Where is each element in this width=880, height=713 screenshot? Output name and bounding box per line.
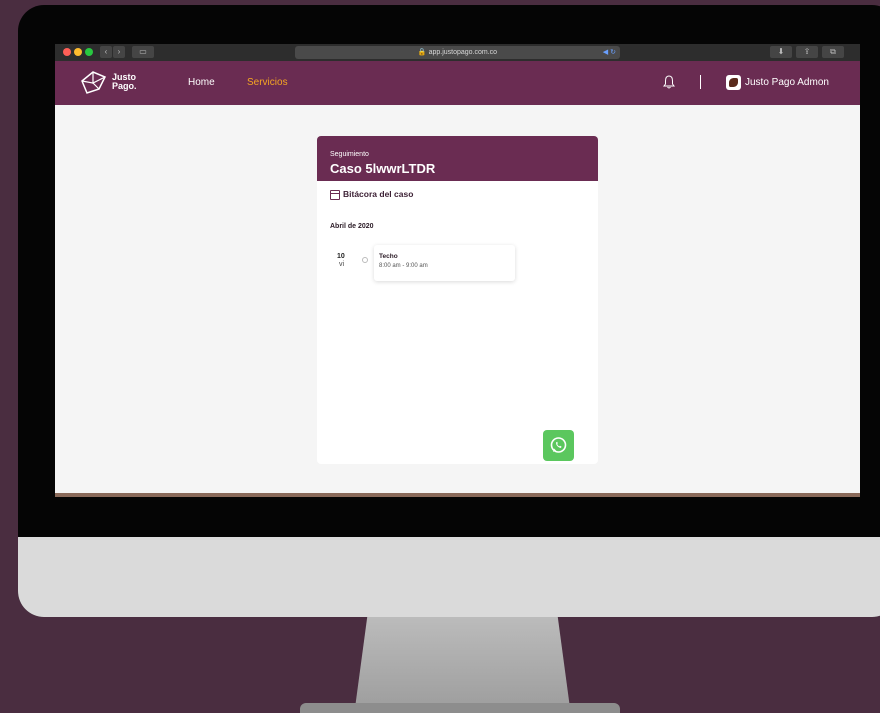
monitor-stand (355, 612, 570, 708)
close-window-button[interactable] (63, 48, 71, 56)
case-card: Seguimiento Caso 5lwwrLTDR Bitácora del … (317, 136, 598, 464)
screen-bottom-strip (55, 493, 860, 497)
download-icon[interactable]: ⬇ (770, 46, 792, 58)
back-icon[interactable]: ‹ (100, 46, 112, 58)
user-name[interactable]: Justo Pago Admon (745, 77, 829, 88)
event-time: 8:00 am - 9:00 am (379, 263, 428, 269)
header-divider (700, 75, 701, 89)
whatsapp-icon (550, 437, 567, 453)
reload-icon[interactable]: ◀ ↻ (603, 46, 616, 59)
address-bar[interactable]: 🔒 app.justopago.com.co ◀ ↻ (295, 46, 620, 59)
month-label: Abril de 2020 (330, 223, 374, 230)
timeline-dot (362, 257, 368, 263)
whatsapp-button[interactable] (543, 430, 574, 461)
card-overline: Seguimiento (330, 151, 369, 158)
maximize-window-button[interactable] (85, 48, 93, 56)
event-title: Techo (379, 253, 398, 260)
nav-home[interactable]: Home (188, 77, 215, 88)
event-card[interactable]: Techo 8:00 am - 9:00 am (374, 245, 515, 281)
tabs-icon[interactable]: ⧉ (822, 46, 844, 58)
event-day-name: vi (339, 261, 345, 268)
sidebar-icon[interactable]: ▭ (132, 46, 154, 58)
bell-icon[interactable] (663, 75, 675, 89)
monitor-stand-base (300, 703, 620, 713)
address-bar-url: app.justopago.com.co (428, 49, 498, 56)
section-title: Bitácora del caso (343, 189, 414, 199)
browser-toolbar: ‹ › ▭ 🔒 app.justopago.com.co ◀ ↻ ⬇ ⇪ ⧉ (55, 44, 860, 62)
logo-line-2: Pago. (112, 81, 137, 91)
user-avatar[interactable] (726, 75, 741, 90)
card-title: Caso 5lwwrLTDR (330, 161, 436, 176)
monitor-chin (18, 537, 880, 617)
app-header: Justo Pago. Home Servicios Justo Pago Ad… (55, 61, 860, 105)
card-header: Seguimiento Caso 5lwwrLTDR (317, 136, 598, 181)
monitor-screen: ‹ › ▭ 🔒 app.justopago.com.co ◀ ↻ ⬇ ⇪ ⧉ J… (55, 44, 860, 497)
share-icon[interactable]: ⇪ (796, 46, 818, 58)
nav-servicios[interactable]: Servicios (247, 77, 288, 88)
logo-wordmark: Justo Pago. (112, 73, 137, 91)
forward-icon[interactable]: › (113, 46, 125, 58)
lock-icon: 🔒 (417, 49, 427, 56)
calendar-icon (330, 190, 340, 200)
event-day-number: 10 (337, 253, 345, 260)
minimize-window-button[interactable] (74, 48, 82, 56)
